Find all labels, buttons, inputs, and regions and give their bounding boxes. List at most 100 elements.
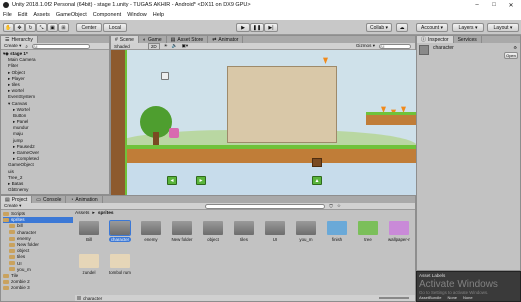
- move-icon: ✥: [17, 24, 22, 31]
- thumbnail-size-slider[interactable]: [379, 297, 409, 299]
- account-dropdown[interactable]: Account ▾: [416, 23, 448, 32]
- pause-button[interactable]: ❚❚: [250, 23, 264, 32]
- cloud-button[interactable]: ☁: [396, 23, 408, 32]
- scale-tool-button[interactable]: ⤡: [36, 23, 47, 32]
- transform-tool-button[interactable]: ⊞: [58, 23, 69, 32]
- grid-icon: #: [115, 36, 118, 43]
- folder-icon: [9, 230, 15, 235]
- asset-sprite[interactable]: finish: [326, 221, 348, 242]
- pause-icon: ❚❚: [252, 24, 262, 31]
- filter-icon[interactable]: ⛉: [329, 204, 332, 209]
- tab-hierarchy[interactable]: ☰ Hierarchy: [1, 36, 38, 43]
- asset-folder[interactable]: New folder: [171, 221, 193, 242]
- asset-folder[interactable]: tiles: [233, 221, 255, 242]
- menu-file[interactable]: File: [3, 12, 12, 18]
- collab-button[interactable]: Collab ▾: [366, 23, 392, 32]
- tab-scene[interactable]: # Scene: [111, 36, 139, 43]
- asset-bundle-variant-dropdown[interactable]: None: [463, 295, 473, 300]
- folder-icon: [172, 221, 192, 235]
- move-tool-button[interactable]: ✥: [14, 23, 25, 32]
- asset-folder[interactable]: Bill: [78, 221, 100, 242]
- tab-services[interactable]: Services: [454, 36, 482, 43]
- player-character: [169, 128, 179, 138]
- menu-help[interactable]: Help: [153, 12, 164, 18]
- unity-editor-window: Unity 2018.1.0f2 Personal (64bit) - stag…: [0, 0, 521, 302]
- asset-status-icon: [77, 296, 81, 300]
- asset-folder[interactable]: enemy: [140, 221, 162, 242]
- star-icon[interactable]: ☆: [337, 203, 341, 209]
- hierarchy-item[interactable]: GbEnemy: [3, 187, 109, 193]
- asset-labels-panel: Asset Labels Activate Windows Go to Sett…: [416, 271, 521, 302]
- asset-sprite[interactable]: tombol ruml: [109, 254, 131, 275]
- tab-animation[interactable]: ◔ Animation: [66, 196, 103, 203]
- inspector-panel: ⓘ Inspector Services character ⚙ Open: [416, 35, 521, 271]
- folder-icon: [9, 236, 15, 241]
- asset-sprite[interactable]: zundel: [78, 254, 100, 275]
- folder-icon: ▤: [5, 196, 10, 203]
- tab-asset-store[interactable]: ▤ Asset Store: [167, 36, 209, 43]
- scene-canvas[interactable]: ◂ ▸ ▴: [111, 50, 417, 210]
- folder-icon: [141, 221, 161, 235]
- folder-icon: [9, 261, 15, 266]
- play-button[interactable]: ▶: [236, 23, 250, 32]
- folder-item[interactable]: zombie 3: [3, 285, 73, 291]
- asset-folder[interactable]: you_m: [295, 221, 317, 242]
- hierarchy-panel: ☰ Hierarchy Create ▾ ⌕ ▾◈ stage 1* Main …: [0, 35, 110, 195]
- settings-icon[interactable]: ⚙: [513, 45, 517, 50]
- asset-sprite[interactable]: tree: [357, 221, 379, 242]
- asset-bundle-dropdown[interactable]: None: [447, 295, 457, 300]
- minimize-button[interactable]: –: [469, 0, 485, 10]
- menu-window[interactable]: Window: [127, 12, 147, 18]
- asset-folder[interactable]: object: [202, 221, 224, 242]
- layers-dropdown[interactable]: Layers ▾: [452, 23, 484, 32]
- menu-component[interactable]: Component: [93, 12, 121, 18]
- hierarchy-create-button[interactable]: Create ▾: [4, 43, 21, 49]
- console-icon: ▭: [36, 196, 42, 203]
- list-icon: ☰: [5, 36, 10, 43]
- asset-folder[interactable]: UI: [264, 221, 286, 242]
- tab-console[interactable]: ▭ Console: [32, 196, 67, 203]
- audio-icon[interactable]: 🔈: [172, 43, 178, 49]
- hand-tool-button[interactable]: ✋: [3, 23, 14, 32]
- pivot-local-button[interactable]: Local: [103, 23, 127, 32]
- step-button[interactable]: ▶|: [264, 23, 278, 32]
- tab-project[interactable]: ▤ Project: [1, 196, 33, 203]
- menu-edit[interactable]: Edit: [18, 12, 27, 18]
- activate-windows-hint: Go to Settings to activate Windows.: [419, 290, 489, 295]
- breadcrumb-sprites[interactable]: sprites: [98, 211, 114, 216]
- image-icon[interactable]: ▣▾: [182, 43, 189, 49]
- cloud-icon: ☁: [399, 24, 405, 31]
- menu-assets[interactable]: Assets: [33, 12, 50, 18]
- hierarchy-search-input[interactable]: [31, 43, 90, 49]
- tab-inspector[interactable]: ⓘ Inspector: [417, 36, 454, 43]
- menu-gameobject[interactable]: GameObject: [56, 12, 87, 18]
- light-icon[interactable]: ☀: [164, 43, 168, 49]
- hand-icon: ✋: [5, 24, 12, 31]
- project-status-bar: character: [75, 295, 415, 301]
- breadcrumb: Assets ▸ sprites: [75, 211, 114, 216]
- breadcrumb-assets[interactable]: Assets: [75, 211, 89, 216]
- rect-icon: ▣: [50, 24, 55, 31]
- step-icon: ▶|: [268, 24, 274, 31]
- tab-animator[interactable]: ⇄ Animator: [208, 36, 244, 43]
- sprite-thumbnail: [327, 221, 347, 235]
- rect-tool-button[interactable]: ▣: [47, 23, 58, 32]
- toggle-2d-button[interactable]: 2D: [147, 42, 160, 50]
- project-create-button[interactable]: Create ▾: [4, 203, 21, 209]
- open-button[interactable]: Open: [504, 52, 518, 59]
- activate-windows-watermark: Activate Windows: [419, 279, 498, 290]
- pacman-icon: ◐: [142, 36, 146, 43]
- scene-search-input[interactable]: [379, 43, 411, 49]
- gizmos-dropdown[interactable]: Gizmos ▾: [356, 43, 375, 49]
- folder-icon: [9, 224, 15, 229]
- shading-dropdown[interactable]: Shaded: [114, 44, 130, 49]
- layout-dropdown[interactable]: Layout ▾: [487, 23, 519, 32]
- rotate-tool-button[interactable]: ↻: [25, 23, 36, 32]
- maximize-button[interactable]: □: [486, 0, 502, 10]
- close-button[interactable]: ✕: [503, 0, 519, 10]
- left-dirt-wall: [111, 50, 125, 210]
- pivot-center-button[interactable]: Center: [76, 23, 102, 32]
- project-search-input[interactable]: [205, 203, 326, 209]
- asset-folder[interactable]: character: [109, 220, 131, 242]
- asset-sprite[interactable]: wallpaper-m: [388, 221, 410, 242]
